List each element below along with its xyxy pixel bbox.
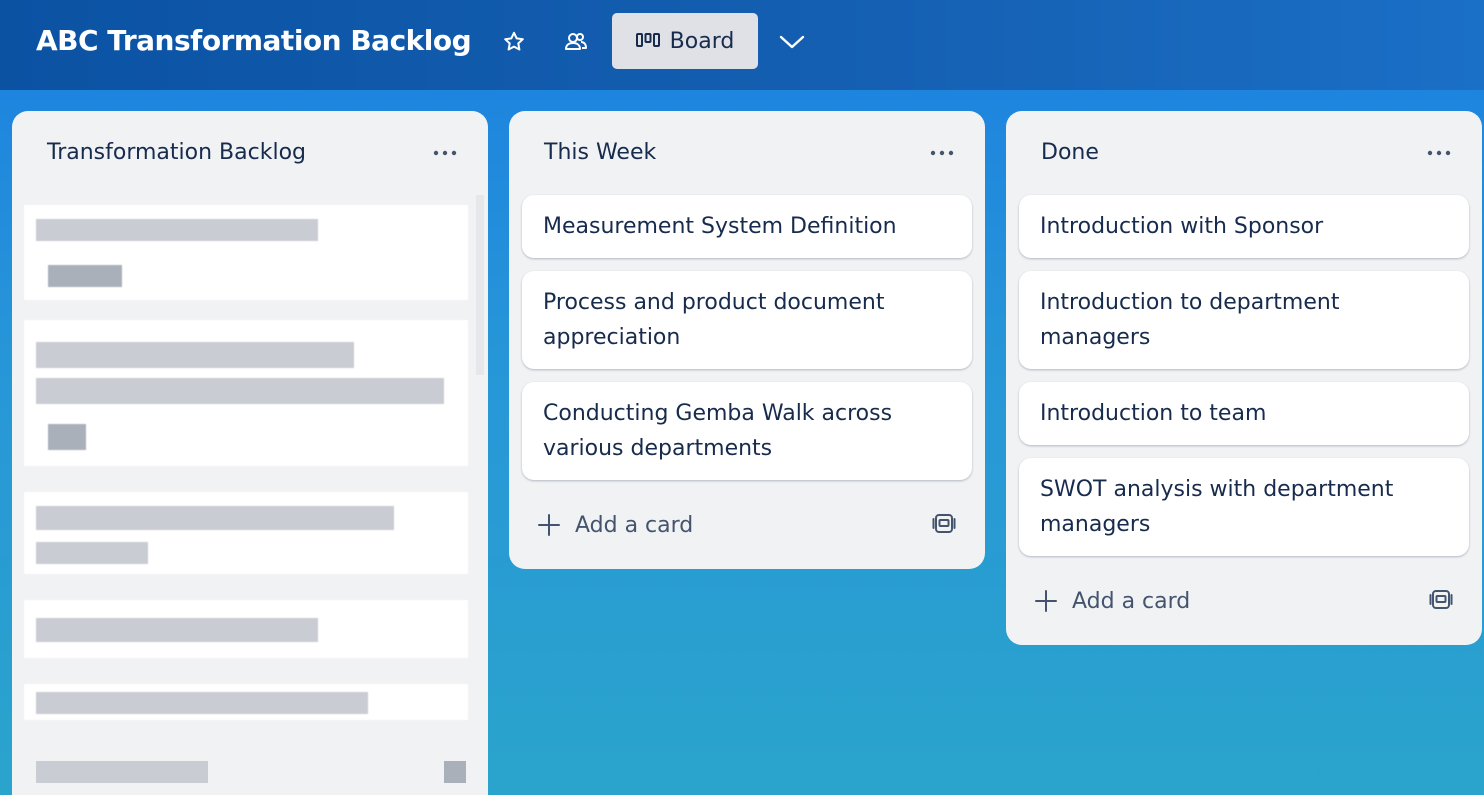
more-horizontal-icon [1427,150,1451,156]
add-card-button[interactable]: Add a card [1034,581,1190,621]
list-done: Done Introduction with Sponsor Introduct… [1006,111,1482,645]
add-card-button[interactable]: Add a card [537,505,693,545]
list-this-week: This Week Measurement System Definition … [509,111,985,569]
list-title[interactable]: Transformation Backlog [47,140,306,165]
list-item[interactable] [24,320,468,466]
plus-icon [538,514,560,536]
list-item[interactable] [24,684,468,720]
list-title[interactable]: Done [1041,140,1099,165]
view-label: Board [669,28,735,54]
obscured-footer[interactable] [36,761,466,787]
list-footer: Add a card [509,493,985,569]
workspace-visibility-icon [565,33,587,50]
card[interactable]: Conducting Gemba Walk across various dep… [522,382,972,480]
card-template-icon [932,514,956,533]
card[interactable]: Introduction with Sponsor [1019,195,1469,258]
list-item[interactable] [24,600,468,658]
board-title[interactable]: ABC Transformation Backlog [36,24,472,57]
scrollbar[interactable] [476,195,484,375]
card[interactable]: Introduction to team [1019,382,1469,445]
list-menu-button[interactable] [428,139,462,167]
obscured-card-area [12,195,488,795]
list-header: This Week [509,111,985,195]
view-switcher-button[interactable] [772,22,812,62]
create-from-template-button[interactable] [929,509,959,539]
list-footer: Add a card [1006,569,1482,645]
star-button[interactable] [494,22,534,62]
card[interactable]: Process and product document appreciatio… [522,271,972,369]
board-view-button[interactable]: Board [612,13,758,69]
add-card-label: Add a card [1072,588,1191,614]
board-header: ABC Transformation Backlog Board [0,0,1484,90]
visibility-button[interactable] [556,22,596,62]
more-horizontal-icon [433,150,457,156]
card[interactable]: Introduction to department managers [1019,271,1469,369]
add-card-label: Add a card [575,512,694,538]
list-menu-button[interactable] [1422,139,1456,167]
card[interactable]: SWOT analysis with department managers [1019,458,1469,556]
list-transformation-backlog: Transformation Backlog [12,111,488,795]
star-icon [504,31,524,51]
plus-icon [1035,590,1057,612]
list-title[interactable]: This Week [544,140,656,165]
card-template-icon [1429,590,1453,609]
create-from-template-button[interactable] [1426,585,1456,615]
card[interactable]: Measurement System Definition [522,195,972,258]
list-item[interactable] [24,205,468,300]
list-header: Done [1006,111,1482,195]
list-header: Transformation Backlog [12,111,488,195]
chevron-down-icon [779,35,805,49]
list-item[interactable] [24,492,468,574]
more-horizontal-icon [930,150,954,156]
board-view-icon [635,33,660,47]
list-menu-button[interactable] [925,139,959,167]
